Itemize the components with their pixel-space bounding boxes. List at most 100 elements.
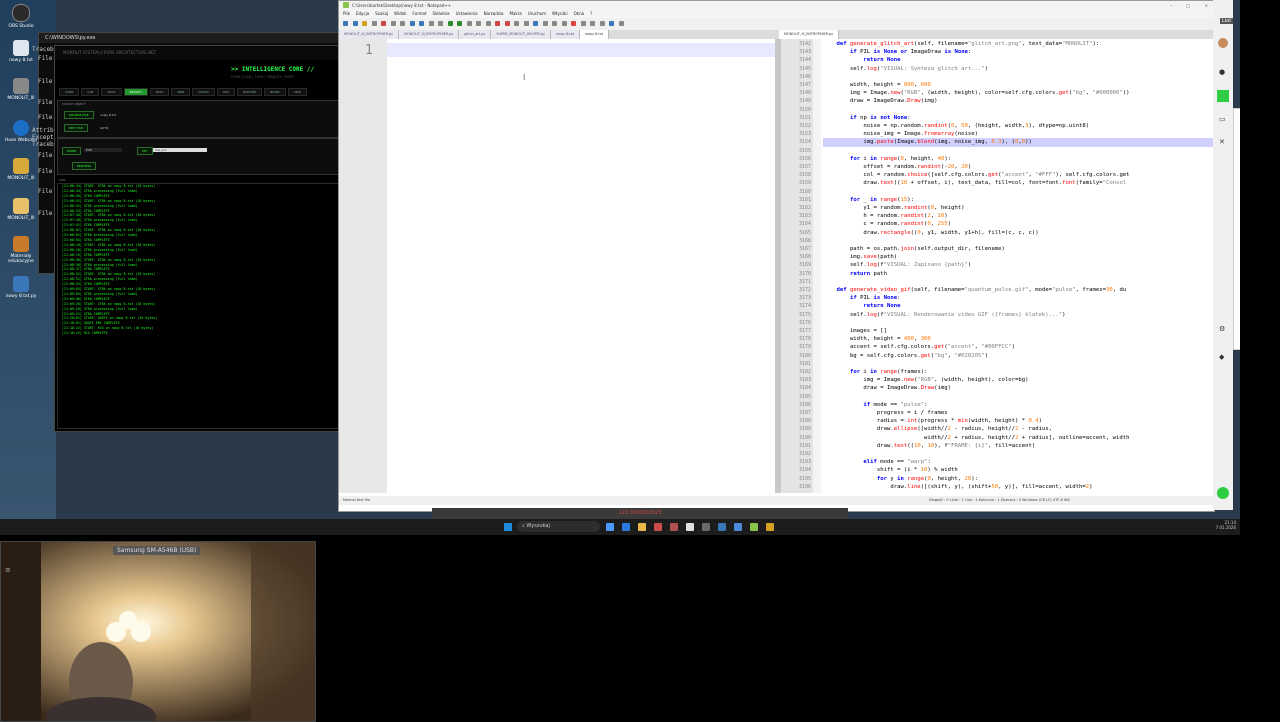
- close-icon[interactable]: ✕: [1219, 138, 1225, 146]
- menu-item[interactable]: Uruchom: [528, 10, 546, 18]
- document-tab[interactable]: glitch_art.py: [459, 30, 492, 39]
- toolbar-button-icon[interactable]: [352, 21, 358, 26]
- menu-item[interactable]: Ustawienia: [456, 10, 478, 18]
- menu-item[interactable]: Wtyczki: [552, 10, 568, 18]
- toolbar-button-icon[interactable]: [381, 21, 386, 26]
- tab-web[interactable]: WEB: [171, 88, 191, 96]
- start-button-icon[interactable]: [504, 523, 512, 531]
- menu-item[interactable]: Makra: [509, 10, 521, 18]
- toolbar-button-icon[interactable]: [542, 21, 548, 26]
- document-tab[interactable]: MONOLIT_III_ENTROPHIER.py: [339, 30, 400, 39]
- toolbar-button-icon[interactable]: [580, 21, 586, 26]
- bell-icon[interactable]: ◆: [1219, 353, 1224, 361]
- toolbar-button-icon[interactable]: [400, 21, 405, 26]
- toolbar-button-icon[interactable]: [571, 21, 576, 26]
- close-icon[interactable]: ✕: [1205, 1, 1208, 10]
- notepad-taskbar-icon[interactable]: [750, 523, 758, 531]
- tab-core[interactable]: CORE: [59, 88, 80, 96]
- toolbar-button-icon[interactable]: [561, 21, 567, 26]
- menu-item[interactable]: Widok: [394, 10, 406, 18]
- toolbar-button-icon[interactable]: [466, 21, 472, 26]
- tab-path[interactable]: PATH: [149, 88, 170, 96]
- toolbar-button-icon[interactable]: [447, 21, 453, 26]
- tab-help[interactable]: HELP: [287, 88, 308, 96]
- folder-icon[interactable]: Materiały edukacyjne: [4, 236, 38, 264]
- tab-seq[interactable]: SEQ: [216, 88, 236, 96]
- check-icon[interactable]: [1217, 90, 1229, 102]
- clock[interactable]: 21:14 7.01.2026: [1200, 520, 1236, 530]
- tab-lab[interactable]: LAB: [81, 88, 100, 96]
- left-editor[interactable]: 1 I: [339, 39, 775, 493]
- toolbar-button-icon[interactable]: [599, 21, 605, 26]
- wrench-icon[interactable]: ⚙: [1219, 325, 1225, 333]
- folder-icon[interactable]: MONOLIT_III: [4, 158, 38, 181]
- toolbar-button-icon[interactable]: [476, 21, 481, 26]
- toolbar-button-icon[interactable]: [409, 21, 415, 26]
- toolbar-button-icon[interactable]: [457, 21, 462, 26]
- avatar[interactable]: [1218, 38, 1228, 48]
- notepad-plus-plus-window[interactable]: C:\Users\bartek\Desktop\nowy 8.txt - Not…: [338, 0, 1218, 512]
- document-tab[interactable]: MONOLIT_III_ENTROPHIER.py: [779, 30, 840, 39]
- toolbar-button-icon[interactable]: [609, 21, 614, 26]
- store-icon[interactable]: [622, 523, 630, 531]
- chat-icon[interactable]: [1217, 487, 1229, 499]
- toolbar-button-icon[interactable]: [419, 21, 424, 26]
- menu-item[interactable]: ?: [590, 10, 592, 18]
- app-icon[interactable]: [670, 523, 678, 531]
- toolbar-button-icon[interactable]: [371, 21, 377, 26]
- app-icon[interactable]: MONOLIT_III: [4, 78, 38, 101]
- document-tab[interactable]: MONOLIT_III_ENTROPHIER.py: [399, 30, 460, 39]
- key-button[interactable]: KEY: [137, 147, 153, 155]
- file-explorer-icon[interactable]: [638, 523, 646, 531]
- minimize-icon[interactable]: –: [1170, 1, 1172, 10]
- toolbar-button-icon[interactable]: [428, 21, 434, 26]
- toolbar-button-icon[interactable]: [485, 21, 491, 26]
- menu-item[interactable]: Szukaj: [375, 10, 388, 18]
- menu-item[interactable]: Narzędzia: [484, 10, 504, 18]
- document-tab[interactable]: nowy 6.txt: [550, 30, 580, 39]
- toolbar-button-icon[interactable]: [523, 21, 529, 26]
- mode-button[interactable]: MODE: [62, 147, 82, 155]
- menu-icon[interactable]: ≡: [5, 566, 11, 574]
- tab-brain[interactable]: BRAIN: [264, 88, 286, 96]
- toolbar-button-icon[interactable]: [514, 21, 519, 26]
- app-icon[interactable]: [654, 523, 662, 531]
- process-button[interactable]: PROCESS: [72, 162, 97, 170]
- toolbar-button-icon[interactable]: [438, 21, 443, 26]
- info-icon[interactable]: ●: [1219, 68, 1225, 76]
- obs-taskbar-icon[interactable]: [702, 523, 710, 531]
- toolbar-button-icon[interactable]: [362, 21, 367, 26]
- obs-studio-icon[interactable]: OBS Studio: [4, 4, 38, 29]
- toolbar-button-icon[interactable]: [343, 21, 348, 26]
- toolbar-button-icon[interactable]: [533, 21, 538, 26]
- app-icon[interactable]: [686, 523, 694, 531]
- toolbar-button-icon[interactable]: [590, 21, 595, 26]
- search-box[interactable]: ⌕ Wyszukaj: [517, 521, 600, 532]
- app-icon[interactable]: [734, 523, 742, 531]
- toolbar-button-icon[interactable]: [552, 21, 557, 26]
- tab-reality[interactable]: REALITY: [123, 88, 148, 96]
- menu-item[interactable]: Edycja: [356, 10, 369, 18]
- tab-chaos[interactable]: CHAOS: [192, 88, 215, 96]
- panel-icon[interactable]: ▭: [1219, 115, 1226, 123]
- edge-icon[interactable]: [606, 523, 614, 531]
- menu-item[interactable]: Składnia: [433, 10, 450, 18]
- document-tab[interactable]: SUPER_MONOLIT_HELPER.py: [491, 30, 551, 39]
- tab-tool[interactable]: TOOL: [101, 88, 122, 96]
- toolbar-button-icon[interactable]: [504, 21, 510, 26]
- menu-item[interactable]: Okna: [574, 10, 584, 18]
- menu-item[interactable]: Plik: [343, 10, 350, 18]
- right-editor[interactable]: 3142 def generate_glitch_art(self, filen…: [781, 39, 1214, 493]
- toolbar-button-icon[interactable]: [390, 21, 396, 26]
- key-input[interactable]: low_pro: [153, 148, 207, 152]
- source-file-button[interactable]: SOURCE FILE: [64, 111, 94, 119]
- document-tab[interactable]: nowy 8.txt: [579, 30, 609, 39]
- tab-patches[interactable]: PATCHES: [237, 88, 263, 96]
- folder-icon[interactable]: MONOLIT_III: [4, 198, 38, 221]
- python-file-icon[interactable]: nowy 8.txt.py: [4, 276, 38, 299]
- maximize-icon[interactable]: □: [1186, 1, 1190, 10]
- app-icon[interactable]: [766, 523, 774, 531]
- toolbar-button-icon[interactable]: [618, 21, 624, 26]
- toolbar-button-icon[interactable]: [495, 21, 500, 26]
- menu-item[interactable]: Format: [412, 10, 426, 18]
